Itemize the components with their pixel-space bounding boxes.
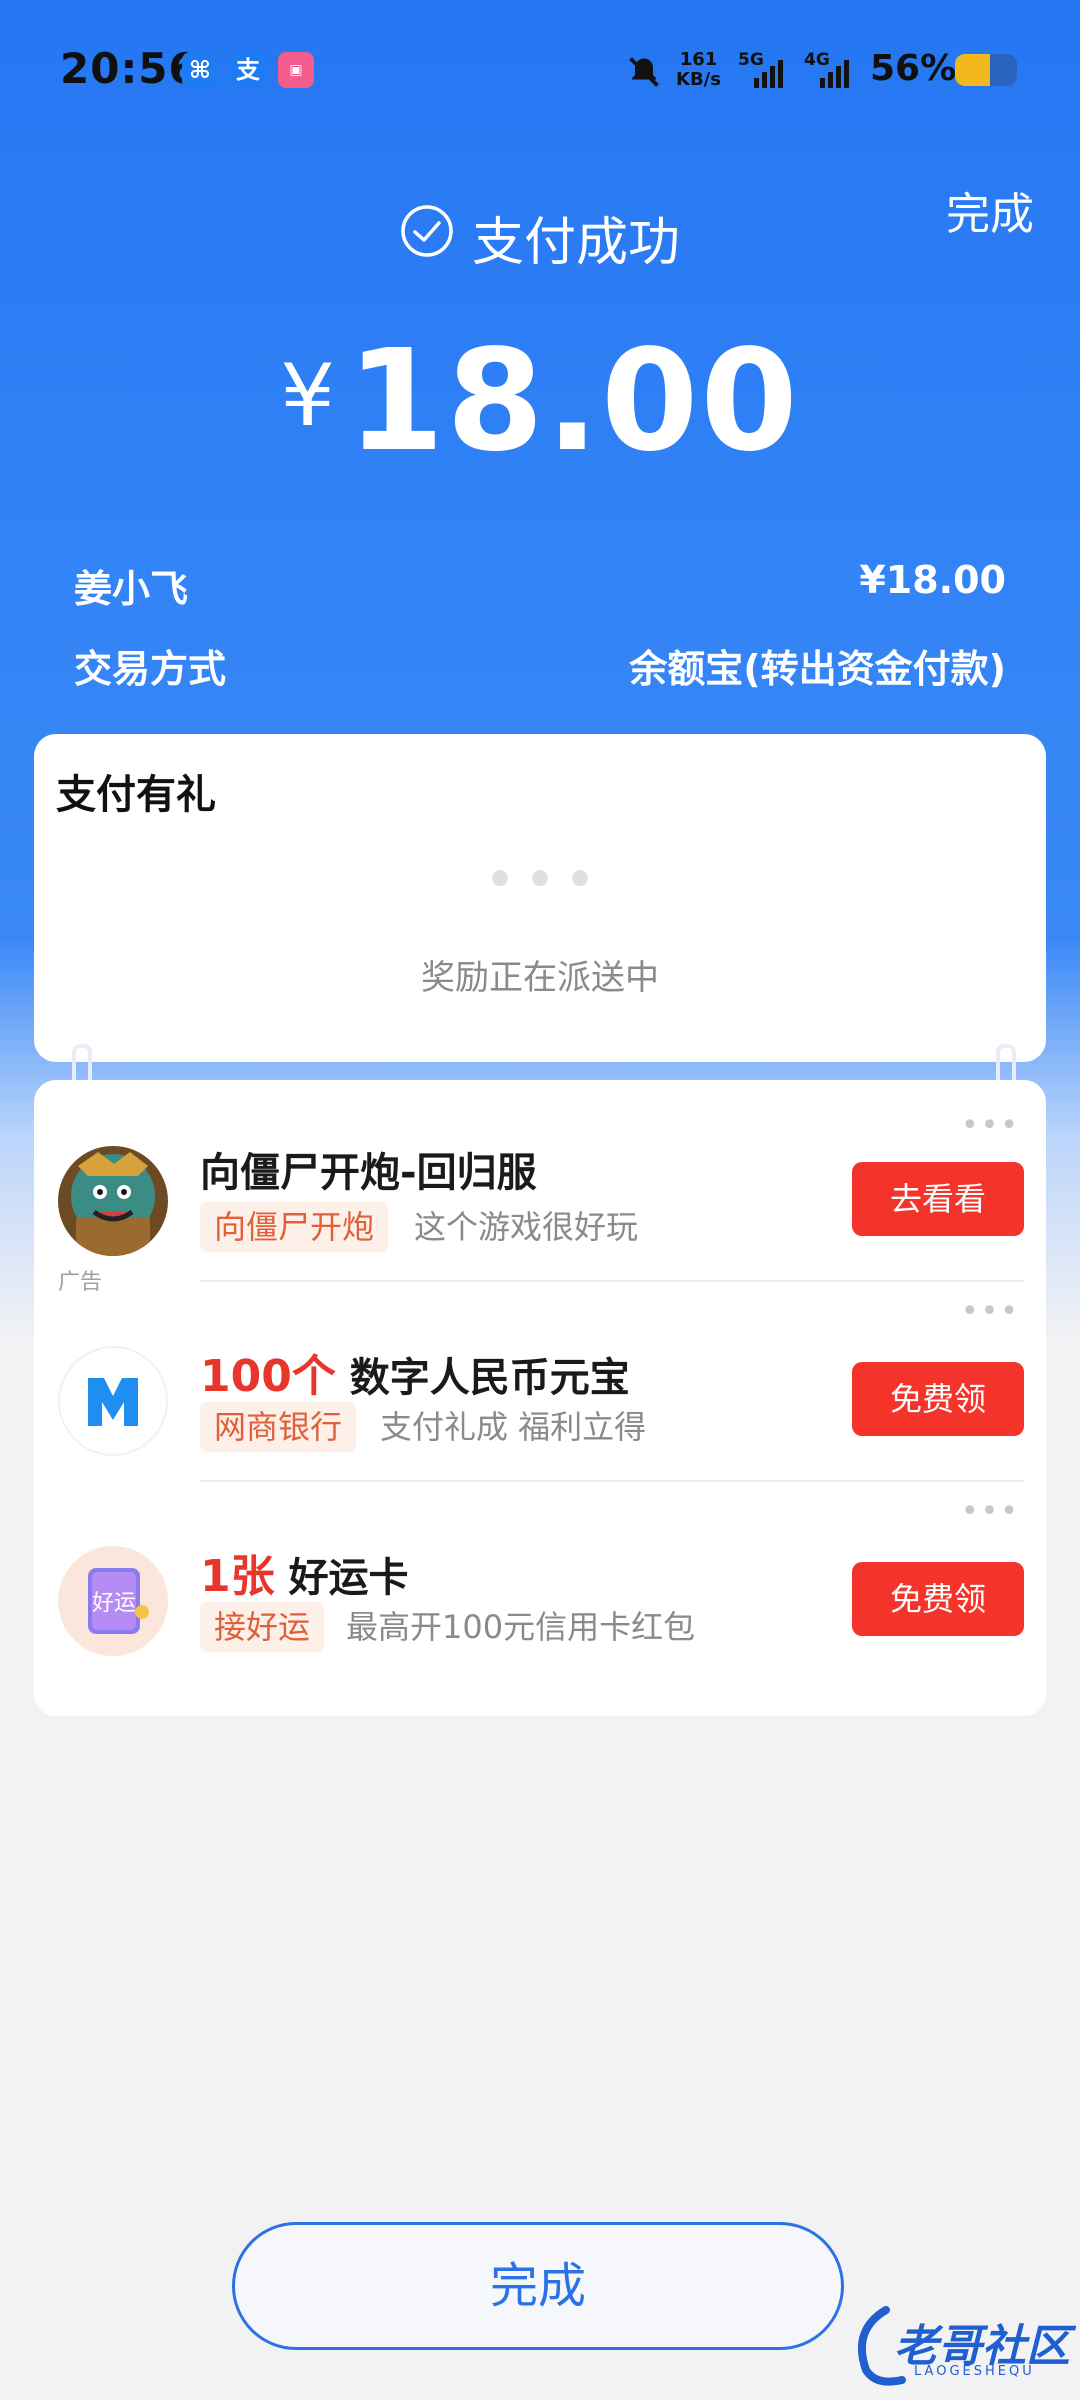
payment-success-title: 支付成功 (0, 200, 1080, 275)
payee-row: 姜小飞 ¥18.00 (74, 558, 1006, 613)
check-circle-icon (400, 204, 454, 271)
offer-title-text: 好运卡 (288, 1555, 409, 1601)
battery-fill (955, 54, 990, 86)
payee-amount: ¥18.00 (859, 558, 1006, 602)
svg-text:好运: 好运 (92, 1591, 136, 1616)
offer-title-text: 向僵尸开炮-回归服 (200, 1150, 537, 1196)
reward-message: 奖励正在派送中 (421, 958, 659, 998)
offer-tag: 接好运 (200, 1602, 325, 1652)
currency-symbol: ¥ (280, 346, 335, 446)
offer-item-digital-rmb[interactable]: ••• 100个 数字人民币元宝 网商银行 支付礼成 福利立得 免费领 (34, 1280, 1046, 1482)
watermark-subtext: LAOGESHEQU (914, 2364, 1035, 2379)
notification-app-icon: ⌘ (182, 52, 218, 88)
status-bar: 20:56 ⌘ 支 ▣ 161 KB/s 5G 4G 56% (0, 0, 1080, 150)
mybank-logo-icon (58, 1346, 168, 1456)
network-speed: 161 KB/s (676, 50, 721, 90)
offer-desc: 最高开100元信用卡红包 (346, 1608, 696, 1646)
speed-value: 161 (679, 49, 718, 70)
offer-highlight: 1张 (200, 1551, 275, 1602)
status-time: 20:56 (60, 44, 199, 93)
bilibili-icon: ▣ (278, 52, 314, 88)
amount-value: 18.00 (346, 320, 800, 483)
method-label: 交易方式 (74, 647, 227, 691)
offer-title: 1张 好运卡 (200, 1540, 409, 1604)
offer-title: 100个 数字人民币元宝 (200, 1340, 630, 1404)
offers-card: ••• 广告 向僵尸开炮-回归服 向僵尸开炮 这个游戏很好玩 去看看 ••• 1… (34, 1080, 1046, 1716)
offer-tag: 网商银行 (200, 1402, 357, 1452)
more-options-icon[interactable]: ••• (961, 1108, 1020, 1143)
method-value: 余额宝(转出资金付款) (629, 647, 1006, 691)
payment-amount: ¥18.00 (0, 320, 1080, 483)
reward-card-title: 支付有礼 (56, 772, 216, 818)
more-options-icon[interactable]: ••• (961, 1494, 1020, 1529)
offer-desc: 这个游戏很好玩 (414, 1208, 639, 1246)
offer-highlight: 100个 (200, 1351, 336, 1402)
offer-tag: 向僵尸开炮 (200, 1202, 389, 1252)
more-options-icon[interactable]: ••• (961, 1294, 1020, 1329)
offer-title-text: 数字人民币元宝 (349, 1355, 630, 1401)
speed-unit: KB/s (676, 69, 721, 90)
offer-item-game[interactable]: ••• 广告 向僵尸开炮-回归服 向僵尸开炮 这个游戏很好玩 去看看 (34, 1080, 1046, 1295)
signal-icon-1 (754, 60, 783, 88)
payee-name: 姜小飞 (74, 567, 189, 611)
claim-free-button[interactable]: 免费领 (852, 1362, 1024, 1436)
mute-icon (626, 54, 662, 94)
signal-icon-2 (820, 60, 849, 88)
loading-dots (34, 870, 1046, 890)
watermark-logo: 老哥社区 LAOGESHEQU (846, 2300, 1076, 2390)
offer-desc: 支付礼成 福利立得 (380, 1408, 647, 1446)
offer-title: 向僵尸开炮-回归服 (200, 1140, 537, 1198)
battery-icon (955, 54, 1017, 86)
alipay-icon: 支 (230, 52, 266, 88)
done-button-bottom[interactable]: 完成 (232, 2222, 844, 2350)
offer-item-lucky-card[interactable]: ••• 好运 1张 好运卡 接好运 最高开100元信用卡红包 免费领 (34, 1480, 1046, 1680)
battery-percent: 56% (870, 48, 957, 89)
method-row: 交易方式 余额宝(转出资金付款) (74, 638, 1006, 693)
claim-free-button[interactable]: 免费领 (852, 1562, 1024, 1636)
success-text: 支付成功 (471, 213, 680, 273)
lucky-card-logo-icon: 好运 (58, 1546, 168, 1656)
reward-card: 支付有礼 奖励正在派送中 (34, 734, 1046, 1062)
zombie-game-logo-icon (58, 1146, 168, 1256)
view-button[interactable]: 去看看 (852, 1162, 1024, 1236)
